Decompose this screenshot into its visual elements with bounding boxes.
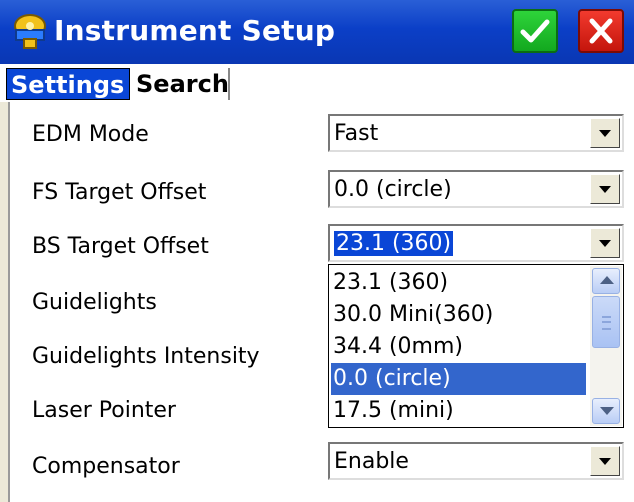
- bs-target-offset-select[interactable]: 23.1 (360): [328, 224, 624, 262]
- compensator-value: Enable: [334, 449, 409, 474]
- scroll-thumb[interactable]: [592, 296, 620, 348]
- fs-target-offset-value: 0.0 (circle): [334, 177, 452, 202]
- settings-panel: EDM Mode Fast FS Target Offset 0.0 (circ…: [8, 102, 634, 502]
- close-icon: [589, 18, 613, 44]
- tab-search[interactable]: Search: [132, 68, 230, 100]
- fs-target-offset-label: FS Target Offset: [32, 180, 207, 205]
- edm-mode-label: EDM Mode: [32, 122, 149, 147]
- bs-target-offset-value: 23.1 (360): [334, 231, 454, 256]
- chevron-down-icon[interactable]: [590, 446, 620, 476]
- edm-mode-value: Fast: [334, 121, 379, 146]
- title-bar: Instrument Setup: [0, 0, 634, 64]
- tab-strip: Settings Search: [0, 64, 634, 102]
- fs-target-offset-select[interactable]: 0.0 (circle): [328, 170, 624, 208]
- window-title: Instrument Setup: [54, 14, 336, 47]
- chevron-down-icon[interactable]: [590, 174, 620, 204]
- scroll-up-icon[interactable]: [592, 268, 620, 294]
- dropdown-option[interactable]: 34.4 (0mm): [331, 331, 586, 363]
- guidelights-label: Guidelights: [32, 290, 157, 315]
- compensator-label: Compensator: [32, 454, 180, 479]
- dropdown-option[interactable]: 23.1 (360): [331, 267, 586, 299]
- check-icon: [520, 19, 550, 43]
- chevron-down-icon[interactable]: [590, 228, 620, 258]
- ok-button[interactable]: [512, 9, 558, 53]
- tab-settings[interactable]: Settings: [6, 68, 130, 100]
- compensator-select[interactable]: Enable: [328, 442, 624, 480]
- guidelights-intensity-label: Guidelights Intensity: [32, 344, 260, 369]
- instrument-app-icon: [14, 14, 46, 49]
- close-button[interactable]: [578, 9, 624, 53]
- laser-pointer-label: Laser Pointer: [32, 398, 176, 423]
- bs-target-offset-dropdown: 23.1 (360) 30.0 Mini(360) 34.4 (0mm) 0.0…: [328, 264, 624, 428]
- bs-target-offset-label: BS Target Offset: [32, 234, 209, 259]
- dropdown-scrollbar[interactable]: [590, 266, 622, 426]
- chevron-down-icon[interactable]: [590, 118, 620, 148]
- dropdown-option-highlighted[interactable]: 0.0 (circle): [331, 363, 586, 395]
- dropdown-option[interactable]: 30.0 Mini(360): [331, 299, 586, 331]
- dropdown-option[interactable]: 17.5 (mini): [331, 395, 586, 427]
- scroll-down-icon[interactable]: [592, 398, 620, 424]
- edm-mode-select[interactable]: Fast: [328, 114, 624, 152]
